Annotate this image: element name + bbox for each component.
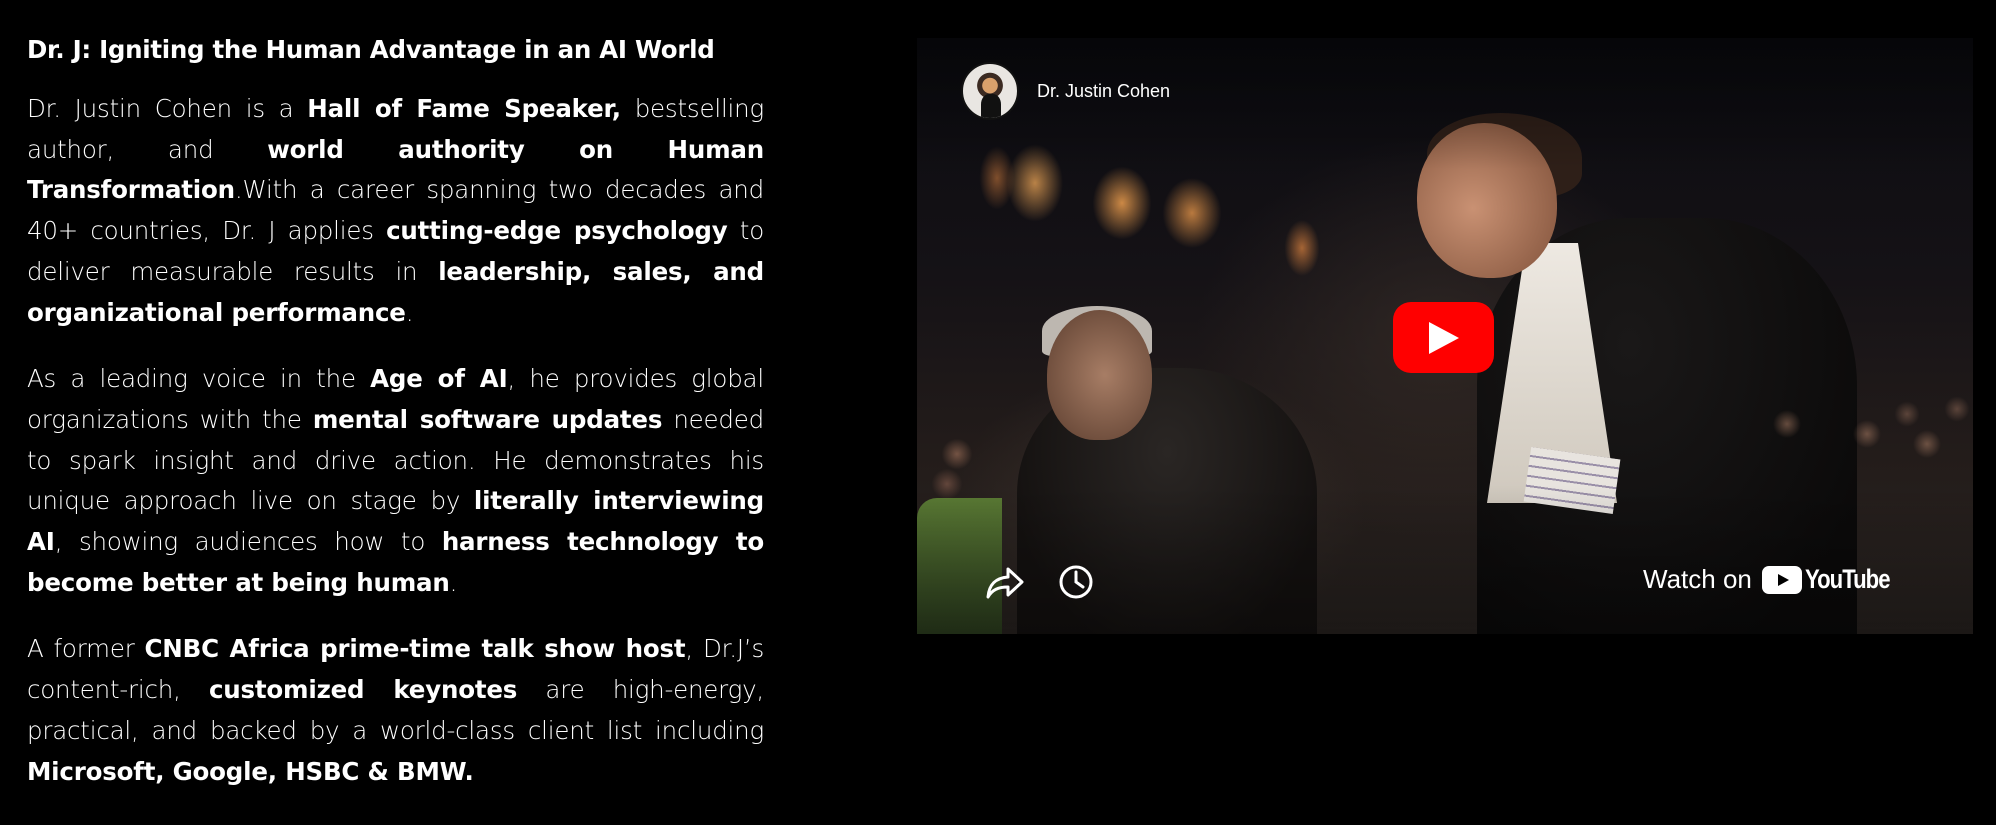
clock-icon — [1059, 565, 1093, 599]
youtube-video-embed[interactable]: Dr. Justin Cohen Watch on YouTube — [917, 38, 1973, 634]
text: . — [405, 297, 414, 327]
share-icon — [986, 567, 1024, 599]
highlight: CNBC Africa prime-time talk show host — [144, 634, 686, 664]
channel-avatar[interactable] — [961, 62, 1019, 120]
youtube-logo: YouTube — [1761, 564, 1908, 595]
text: A former — [27, 634, 145, 664]
channel-info[interactable]: Dr. Justin Cohen — [961, 62, 1170, 120]
youtube-logo-icon — [1761, 565, 1802, 594]
text: , showing audiences how to — [54, 527, 442, 557]
share-button[interactable] — [983, 560, 1027, 604]
highlight: Age of AI — [370, 364, 508, 394]
channel-name[interactable]: Dr. Justin Cohen — [1037, 81, 1170, 102]
highlight: Hall of Fame Speaker, — [307, 94, 621, 123]
highlight: customized keynotes — [208, 675, 518, 705]
text: As a leading voice in the — [27, 364, 371, 394]
section-heading: Dr. J: Igniting the Human Advantage in a… — [27, 35, 715, 64]
text: . — [449, 567, 458, 597]
bio-paragraph-3: A former CNBC Africa prime-time talk sho… — [27, 629, 764, 792]
highlight: cutting-edge psychology — [386, 216, 728, 246]
play-button[interactable] — [1393, 302, 1494, 373]
intro-text-column: Dr. J: Igniting the Human Advantage in a… — [27, 33, 764, 818]
bio-paragraph-2: As a leading voice in the Age of AI, he … — [27, 359, 764, 603]
watch-on-label: Watch on — [1643, 564, 1752, 594]
bio-paragraph-1: Dr. Justin Cohen is a Hall of Fame Speak… — [27, 89, 764, 333]
watch-later-button[interactable] — [1054, 560, 1098, 604]
youtube-wordmark: YouTube — [1804, 564, 1891, 594]
watch-on-youtube-link[interactable]: Watch on YouTube — [1643, 564, 1908, 595]
play-icon — [1428, 321, 1459, 354]
highlight: Microsoft, Google, HSBC & BMW. — [27, 756, 474, 786]
text: Dr. Justin Cohen is a — [27, 94, 308, 123]
highlight: mental software updates — [312, 404, 663, 434]
